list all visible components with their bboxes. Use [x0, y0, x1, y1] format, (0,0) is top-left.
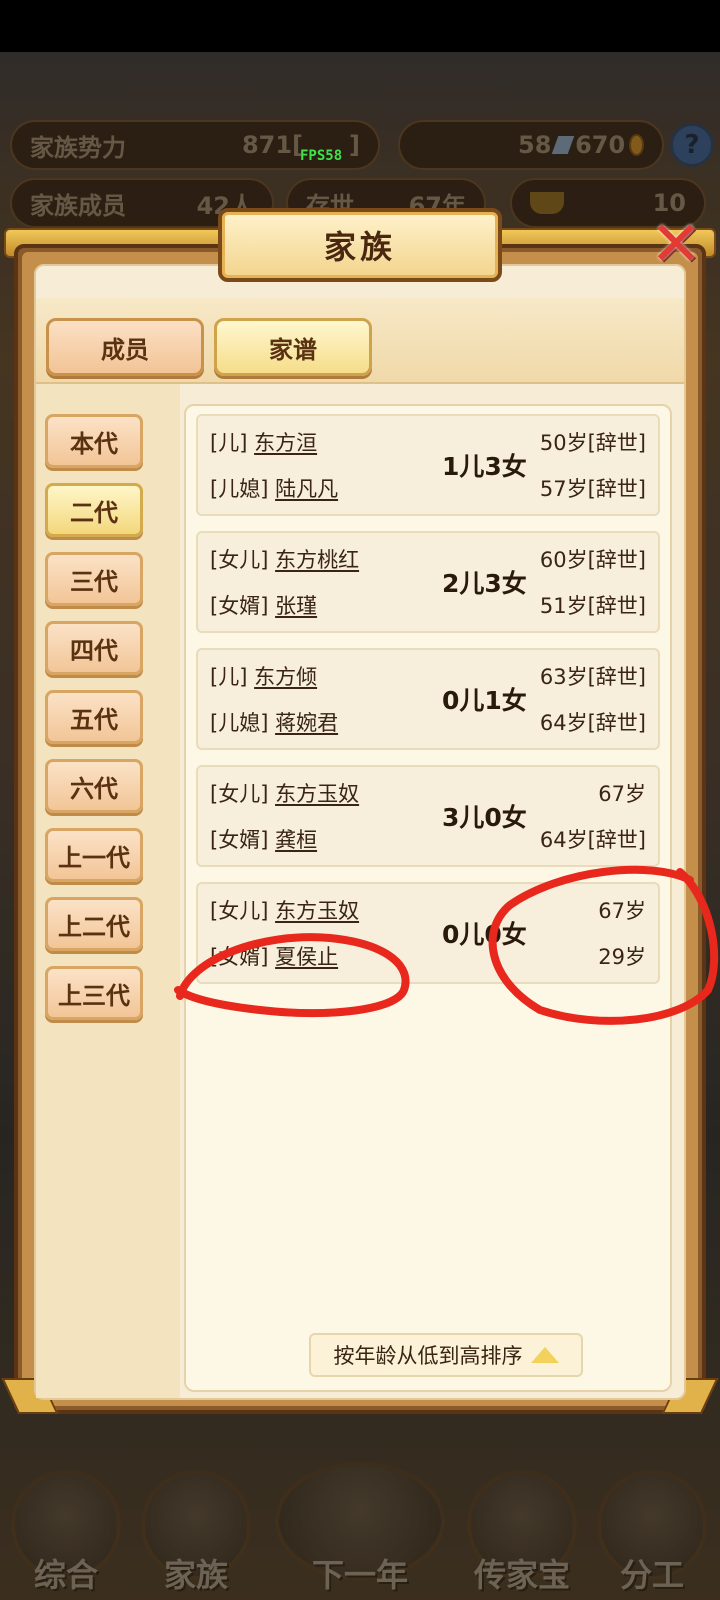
person-age: 67岁 — [598, 899, 646, 923]
status-bar — [0, 0, 720, 52]
person-age: 67岁 — [598, 782, 646, 806]
person-name-link[interactable]: 东方倾 — [254, 665, 317, 689]
tab-family-tree[interactable]: 家谱 — [214, 318, 372, 376]
gen-prev-three[interactable]: 上三代 — [45, 966, 143, 1020]
modal-title: 家族 — [218, 208, 502, 282]
person-role: [女儿] — [210, 548, 269, 572]
person-name-link[interactable]: 东方洹 — [254, 431, 317, 455]
person-row: [儿] 东方洹 — [210, 428, 317, 458]
spouse-row: [女婿] 张瑾 — [210, 591, 317, 621]
person-name-link[interactable]: 东方玉奴 — [275, 899, 359, 923]
spouse-row: [儿媳] 蒋婉君 — [210, 708, 338, 738]
children-count: 2儿3女 — [442, 569, 527, 598]
children-count: 0儿1女 — [442, 686, 527, 715]
spouse-age: 51岁[辞世] — [539, 594, 646, 618]
couple-card[interactable]: [儿] 东方洹 [儿媳] 陆凡凡 1儿3女 50岁[辞世] 57岁[辞世] — [196, 414, 660, 516]
spouse-name-link[interactable]: 蒋婉君 — [275, 711, 338, 735]
spouse-name-link[interactable]: 陆凡凡 — [275, 477, 338, 501]
spouse-age: 64岁[辞世] — [539, 711, 646, 735]
spouse-role: [女婿] — [210, 945, 269, 969]
spouse-name-link[interactable]: 夏侯止 — [275, 945, 338, 969]
sort-ascending-icon — [530, 1347, 559, 1363]
person-age: 63岁[辞世] — [539, 665, 646, 689]
couple-card[interactable]: [女儿] 东方桃红 [女婿] 张瑾 2儿3女 60岁[辞世] 51岁[辞世] — [196, 531, 660, 633]
spouse-age: 29岁 — [598, 945, 646, 969]
spouse-row: [女婿] 夏侯止 — [210, 942, 338, 972]
spouse-name-link[interactable]: 龚桓 — [275, 828, 317, 852]
children-count: 0儿0女 — [442, 920, 527, 949]
spouse-age: 57岁[辞世] — [539, 477, 646, 501]
person-row: [儿] 东方倾 — [210, 662, 317, 692]
spouse-role: [儿媳] — [210, 477, 269, 501]
close-button[interactable]: ✕ — [644, 212, 708, 276]
person-name-link[interactable]: 东方玉奴 — [275, 782, 359, 806]
spouse-row: [女婿] 龚桓 — [210, 825, 317, 855]
gen-fifth[interactable]: 五代 — [45, 690, 143, 744]
gen-second[interactable]: 二代 — [45, 483, 143, 537]
gen-sixth[interactable]: 六代 — [45, 759, 143, 813]
gen-current[interactable]: 本代 — [45, 414, 143, 468]
couple-card[interactable]: [女儿] 东方玉奴 [女婿] 龚桓 3儿0女 67岁 64岁[辞世] — [196, 765, 660, 867]
spouse-role: [女婿] — [210, 828, 269, 852]
person-age: 60岁[辞世] — [539, 548, 646, 572]
spouse-row: [儿媳] 陆凡凡 — [210, 474, 338, 504]
gen-prev-one[interactable]: 上一代 — [45, 828, 143, 882]
gen-fourth[interactable]: 四代 — [45, 621, 143, 675]
close-icon: ✕ — [650, 207, 702, 280]
gen-third[interactable]: 三代 — [45, 552, 143, 606]
spouse-name-link[interactable]: 张瑾 — [275, 594, 317, 618]
person-role: [女儿] — [210, 782, 269, 806]
children-count: 3儿0女 — [442, 803, 527, 832]
children-count: 1儿3女 — [442, 452, 527, 481]
tab-members[interactable]: 成员 — [46, 318, 204, 376]
couple-card[interactable]: [儿] 东方倾 [儿媳] 蒋婉君 0儿1女 63岁[辞世] 64岁[辞世] — [196, 648, 660, 750]
spouse-age: 64岁[辞世] — [539, 828, 646, 852]
gen-prev-two[interactable]: 上二代 — [45, 897, 143, 951]
fps-counter: FPS58 — [300, 148, 343, 164]
person-row: [女儿] 东方玉奴 — [210, 896, 359, 926]
person-role: [儿] — [210, 431, 248, 455]
sort-label: 按年龄从低到高排序 — [333, 1344, 523, 1368]
spouse-role: [女婿] — [210, 594, 269, 618]
couple-card[interactable]: [女儿] 东方玉奴 [女婿] 夏侯止 0儿0女 67岁 29岁 — [196, 882, 660, 984]
person-row: [女儿] 东方桃红 — [210, 545, 359, 575]
sort-by-age-button[interactable]: 按年龄从低到高排序 — [309, 1333, 583, 1377]
person-role: [女儿] — [210, 899, 269, 923]
person-name-link[interactable]: 东方桃红 — [275, 548, 359, 572]
person-age: 50岁[辞世] — [539, 431, 646, 455]
person-role: [儿] — [210, 665, 248, 689]
person-row: [女儿] 东方玉奴 — [210, 779, 359, 809]
spouse-role: [儿媳] — [210, 711, 269, 735]
